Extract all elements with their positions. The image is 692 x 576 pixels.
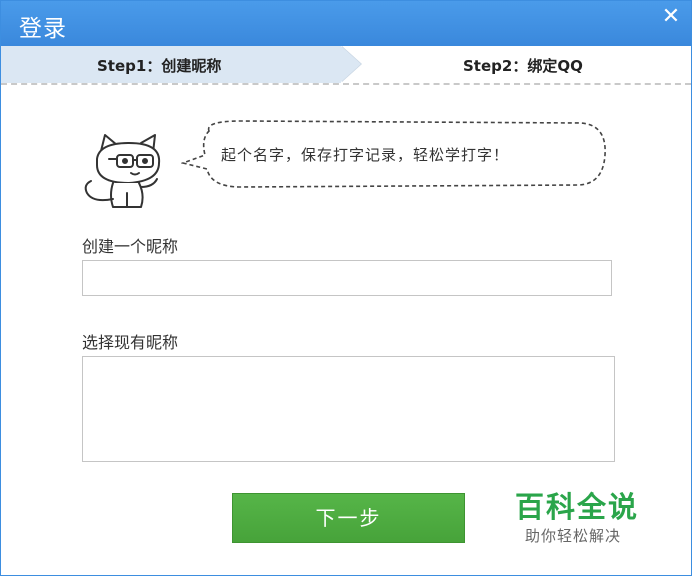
select-nickname-label: 选择现有昵称 — [82, 333, 179, 352]
dialog-title: 登录 — [19, 16, 67, 42]
login-dialog: 登录 ✕ Step1：创建昵称 Step2：绑定QQ 起个名字，保存打字记录，轻… — [0, 0, 692, 576]
watermark-subtitle: 助你轻松解决 — [525, 527, 622, 545]
next-step-button[interactable]: 下一步 — [232, 493, 465, 543]
step-1-label: Step1：创建昵称 — [97, 57, 222, 75]
step-arrow — [341, 46, 361, 82]
create-nickname-label: 创建一个昵称 — [82, 237, 179, 256]
step-2-label: Step2：绑定QQ — [463, 57, 583, 75]
existing-nickname-list[interactable] — [82, 356, 615, 462]
step-indicator: Step1：创建昵称 Step2：绑定QQ — [1, 46, 691, 85]
cat-with-glasses-icon — [84, 134, 161, 208]
watermark-title: 百科全说 — [515, 490, 640, 524]
title-bar[interactable]: 登录 ✕ — [1, 1, 691, 46]
step-1: Step1：创建昵称 — [1, 46, 341, 83]
watermark-logo: 百科全说 助你轻松解决 — [495, 468, 669, 552]
speech-bubble-text: 起个名字，保存打字记录，轻松学打字！ — [221, 146, 510, 164]
close-icon[interactable]: ✕ — [659, 5, 683, 29]
nickname-input[interactable] — [82, 260, 612, 296]
